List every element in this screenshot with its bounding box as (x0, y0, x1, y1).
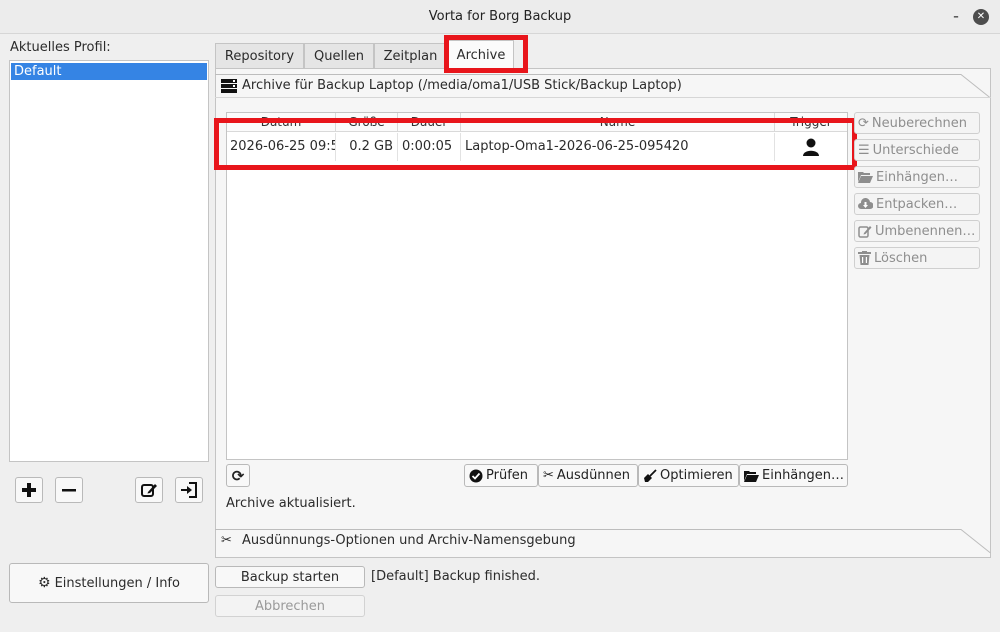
plus-icon (22, 483, 36, 497)
ausduennen-label: Ausdünnen (556, 468, 631, 483)
einhaengen-side-label: Einhängen… (876, 169, 958, 185)
optimieren-label: Optimieren (660, 468, 733, 483)
einhaengen-label: Einhängen… (762, 468, 844, 483)
tab-quellen[interactable]: Quellen (304, 43, 374, 68)
settings-info-label: Einstellungen / Info (54, 575, 180, 591)
einhaengen-button[interactable]: Einhängen… (739, 464, 848, 487)
server-icon (221, 79, 237, 93)
profile-item-default[interactable]: Default (11, 63, 207, 80)
loeschen-button[interactable]: Löschen (854, 247, 980, 269)
prune-section-title[interactable]: Ausdünnungs-Optionen und Archiv-Namensge… (242, 533, 576, 548)
loeschen-label: Löschen (874, 250, 928, 266)
gear-icon: ⚙ (38, 575, 51, 591)
folder-open-icon (858, 172, 873, 183)
profile-label: Aktuelles Profil: (10, 40, 111, 55)
archive-status-text: Archive aktualisiert. (226, 496, 356, 511)
optimieren-button[interactable]: Optimieren (638, 464, 739, 487)
ausduennen-button[interactable]: ✂ Ausdünnen (538, 464, 638, 487)
neuberechnen-label: Neuberechnen (871, 115, 968, 131)
add-profile-button[interactable] (15, 477, 43, 503)
einhaengen-side-button[interactable]: Einhängen… (854, 166, 980, 188)
window-title: Vorta for Borg Backup (428, 9, 572, 24)
unterschiede-button[interactable]: ☰ Unterschiede (854, 139, 980, 161)
refresh-button[interactable]: ⟳ (226, 464, 250, 487)
tab-archive-highlight (444, 35, 528, 73)
entpacken-label: Entpacken… (876, 196, 958, 212)
edit-icon (858, 226, 872, 238)
scissors-icon: ✂ (543, 468, 554, 483)
neuberechnen-button[interactable]: ⟳ Neuberechnen (854, 112, 980, 134)
tab-repository[interactable]: Repository (215, 43, 304, 68)
umbenennen-button[interactable]: Umbenennen… (854, 220, 980, 242)
edit-icon (141, 484, 157, 497)
trash-icon (858, 251, 871, 265)
close-button[interactable]: ✕ (973, 9, 989, 25)
archive-header-title: Archive für Backup Laptop (/media/oma1/U… (242, 78, 682, 93)
unterschiede-label: Unterschiede (872, 142, 959, 158)
entpacken-button[interactable]: Entpacken… (854, 193, 980, 215)
tab-zeitplan[interactable]: Zeitplan (374, 43, 447, 68)
cancel-button[interactable]: Abbrechen (215, 595, 365, 617)
remove-profile-button[interactable] (55, 477, 83, 503)
profile-list[interactable]: Default (9, 60, 209, 462)
minus-icon (62, 489, 76, 492)
cloud-download-icon (858, 198, 873, 209)
broom-icon (644, 468, 657, 482)
edit-profile-button[interactable] (135, 477, 163, 503)
minimize-button[interactable]: – (948, 9, 964, 25)
check-circle-icon (469, 469, 483, 482)
backup-status-text: [Default] Backup finished. (371, 569, 540, 584)
scissors-icon: ✂ (221, 533, 232, 548)
settings-info-button[interactable]: ⚙ Einstellungen / Info (9, 563, 209, 603)
refresh-icon: ⟳ (231, 466, 245, 485)
refresh-icon: ⟳ (858, 115, 869, 131)
pruefen-button[interactable]: Prüfen (464, 464, 538, 487)
umbenennen-label: Umbenennen… (875, 223, 976, 239)
import-icon (181, 482, 197, 498)
archive-row-highlight (214, 118, 857, 170)
folder-open-icon (744, 470, 759, 482)
list-icon: ☰ (858, 142, 870, 158)
backup-start-button[interactable]: Backup starten (215, 566, 365, 588)
import-profile-button[interactable] (175, 477, 203, 503)
pruefen-label: Prüfen (486, 468, 529, 483)
